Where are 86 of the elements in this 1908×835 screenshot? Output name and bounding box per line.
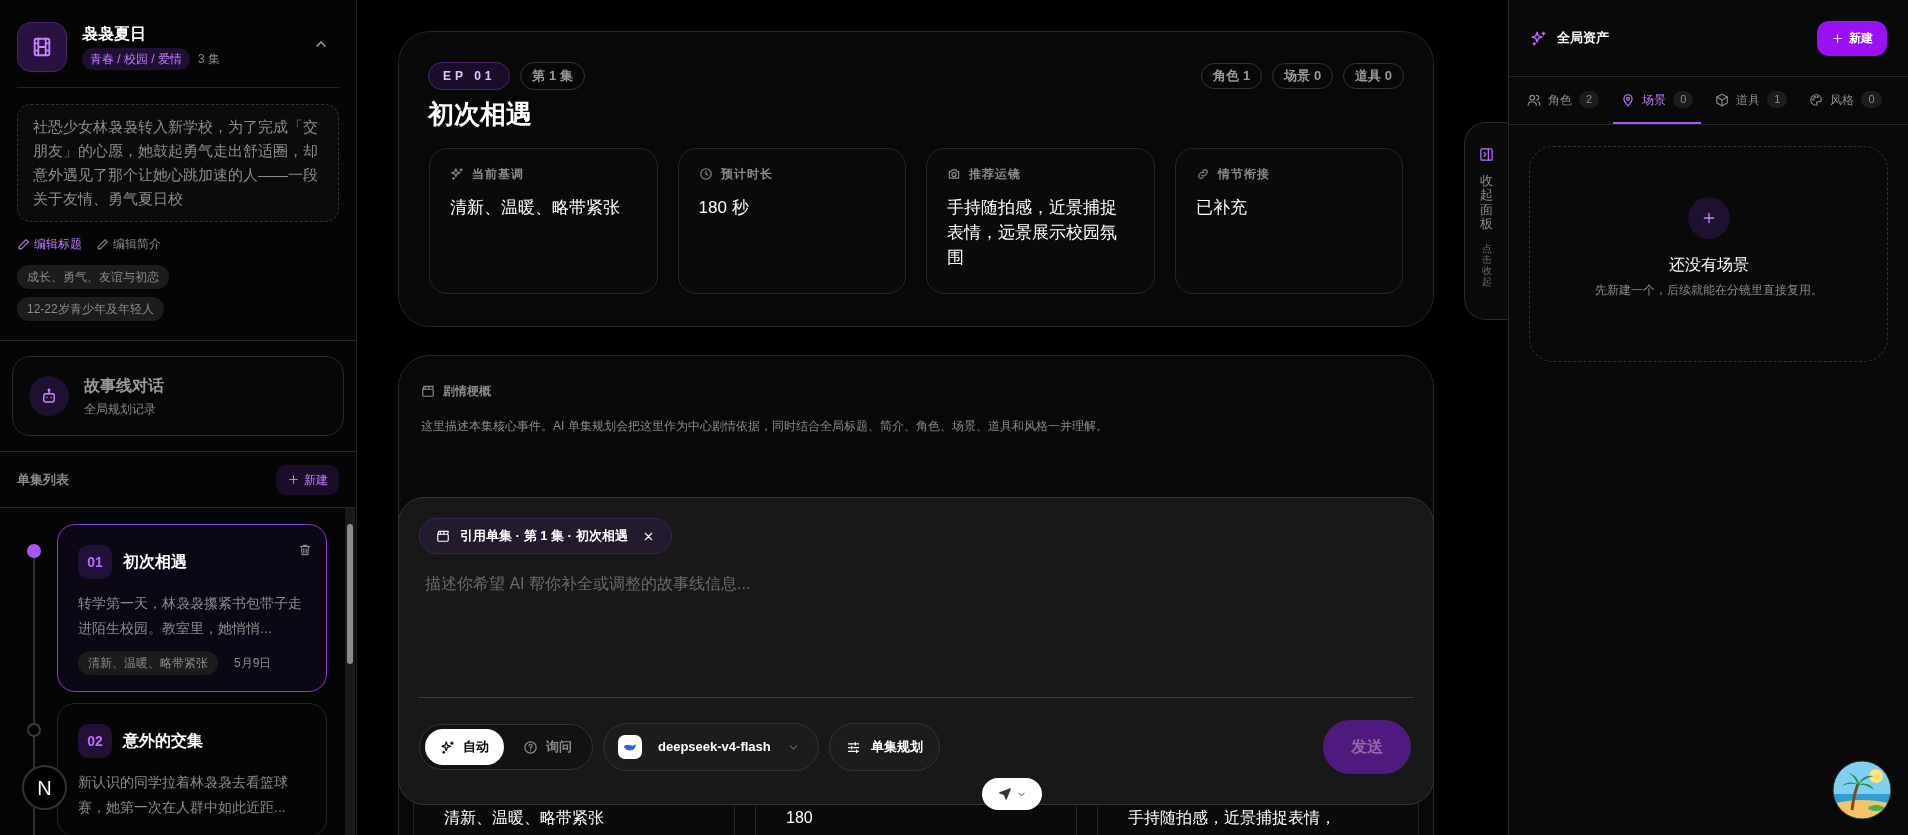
episode-date: 5月9日: [234, 655, 272, 672]
sparkle-icon: [440, 739, 455, 755]
count-badge: 0: [1861, 91, 1882, 108]
sparkle-icon: [450, 167, 464, 181]
episode-code: EP 01: [428, 62, 511, 90]
info-label: 推荐运镜: [969, 166, 1021, 183]
count-badge: 1: [1767, 91, 1788, 108]
episode-number: 01: [78, 545, 112, 579]
episode-title: 初次相遇: [123, 552, 187, 572]
asset-tab[interactable]: 道具 1: [1707, 77, 1796, 124]
clapper-icon: [436, 529, 450, 543]
sparkle-icon: [1530, 29, 1547, 47]
episode-number: 02: [78, 724, 112, 758]
info-value: 清新、温暖、略带紧张: [450, 197, 621, 219]
dev-badge[interactable]: N: [22, 765, 67, 810]
clock-icon: [698, 167, 713, 181]
collapse-hint: 点击收起: [1481, 243, 1492, 288]
asset-tab[interactable]: 风格 0: [1801, 77, 1890, 124]
link-icon: [1195, 167, 1210, 181]
tag: 成长、勇气、友谊与初恋: [17, 265, 169, 289]
count-badge: 0: [1673, 91, 1694, 108]
collapse-label: 收起面板: [1480, 174, 1493, 232]
tone-tag: 清新、温暖、略带紧张: [78, 651, 218, 675]
mode-option[interactable]: 自动: [425, 729, 504, 765]
episode-card[interactable]: 02 意外的交集 新认识的同学拉着林袅袅去看篮球赛，她第一次在人群中如此近距...: [57, 703, 327, 835]
chat-subtitle: 全局规划记录: [84, 401, 157, 418]
plan-button[interactable]: 单集规划: [828, 723, 940, 771]
synopsis-text: 社恐少女林袅袅转入新学校，为了完成「交朋友」的心愿，她鼓起勇气走出舒适圈，却意外遇见了那个让她心跳加速的人——一段关于友情、勇气夏日校: [17, 104, 339, 222]
camera-icon: [947, 167, 961, 181]
pencil-icon: [96, 237, 109, 251]
floating-nav-button[interactable]: [982, 778, 1042, 810]
episode-summary: 新认识的同学拉着林袅袅去看篮球赛，她第一次在人群中如此近距...: [78, 773, 289, 817]
delete-button[interactable]: [298, 543, 312, 557]
collapse-panel-tab[interactable]: 收起面板 点击收起: [1464, 122, 1508, 320]
info-value: 180 秒: [698, 197, 750, 219]
chip-label: 引用单集 · 第 1 集 · 初次相遇: [460, 527, 628, 546]
film-icon: [31, 36, 53, 58]
project-title: 袅袅夏日: [82, 24, 147, 44]
empty-title: 还没有场景: [1668, 255, 1749, 275]
reference-chip[interactable]: 引用单集 · 第 1 集 · 初次相遇: [419, 518, 672, 554]
summary-description: 这里描述本集核心事件。AI 单集规划会把这里作为中心剧情依据，同时结合全局标题、简介、角色、场景、道具和风格一并理解。: [420, 418, 1109, 435]
map-pin-icon: [1621, 92, 1636, 107]
preview-text: 180: [786, 809, 813, 826]
help-icon: [523, 739, 538, 755]
episode-count: 3 集: [198, 51, 221, 68]
chat-title: 故事线对话: [84, 376, 164, 396]
info-label: 当前基调: [472, 166, 524, 183]
panel-title: 全局资产: [1557, 29, 1609, 48]
episode-title: 初次相遇: [428, 98, 533, 131]
info-label: 情节衔接: [1217, 166, 1270, 183]
new-episode-button[interactable]: 新建: [276, 464, 339, 495]
panel-collapse-icon: [1479, 147, 1494, 162]
tag: 12-22岁青少年及年轻人: [17, 297, 164, 321]
episode-summary: 转学第一天，林袅袅攥紧书包带子走进陌生校园。教室里，她悄悄...: [78, 594, 303, 638]
scrollbar[interactable]: [345, 508, 355, 835]
edit-link[interactable]: 编辑标题: [17, 235, 82, 253]
edit-link[interactable]: 编辑简介: [96, 235, 161, 253]
summary-title: 剧情梗概: [443, 383, 491, 400]
empty-subtitle: 先新建一个，后续就能在分镜里直接复用。: [1594, 282, 1823, 299]
mode-option[interactable]: 询问: [508, 729, 587, 765]
genre-tag: 青春 / 校园 / 爱情: [82, 48, 190, 70]
asset-tab[interactable]: 场景 0: [1613, 77, 1702, 124]
clapper-icon: [421, 384, 435, 398]
new-asset-button[interactable]: 新建: [1817, 20, 1887, 56]
users-icon: [1527, 92, 1541, 107]
preview-text: 清新、温暖、略带紧张: [444, 809, 604, 826]
count-badge: 2: [1579, 91, 1600, 108]
list-heading: 单集列表: [17, 470, 69, 489]
sliders-icon: [845, 739, 861, 755]
model-select[interactable]: deepseek-v4-flash: [603, 723, 819, 771]
episode-title: 意外的交集: [123, 731, 203, 751]
plus-icon: [287, 473, 300, 486]
palette-icon: [1809, 92, 1824, 107]
preview-text: 手持随拍感，近景捕捉表情，: [1128, 809, 1336, 826]
plus-icon: [1831, 31, 1844, 45]
robot-icon: [40, 387, 58, 405]
asset-tab[interactable]: 角色 2: [1519, 77, 1608, 124]
cube-icon: [1715, 92, 1730, 107]
trash-icon: [298, 543, 312, 557]
pencil-icon: [17, 237, 30, 251]
info-value: 手持随拍感，近景捕捉表情，远景展示校园氛围: [947, 197, 1118, 269]
navigation-arrow-icon: [997, 787, 1012, 801]
storyline-chat-card[interactable]: 故事线对话 全局规划记录: [12, 356, 344, 436]
info-label: 预计时长: [720, 166, 773, 183]
info-value: 已补充: [1195, 197, 1248, 219]
episode-card[interactable]: 01 初次相遇 转学第一天，林袅袅攥紧书包带子走进陌生校园。教室里，她悄悄... 清新、温暖、略带紧张 5月9日: [57, 524, 327, 692]
